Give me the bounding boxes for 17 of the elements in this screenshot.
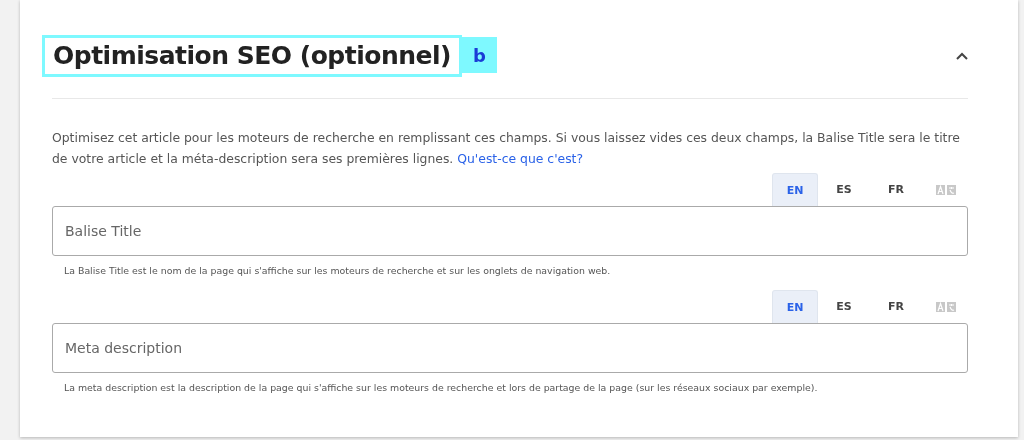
input-field[interactable]: Meta description xyxy=(52,323,968,373)
input-field[interactable]: Balise Title xyxy=(52,206,968,256)
language-tab[interactable]: EN xyxy=(772,290,818,323)
help-link[interactable]: Qu'est-ce que c'est? xyxy=(457,151,584,166)
chevron-icon[interactable] xyxy=(956,52,968,60)
language-tab[interactable]: FR xyxy=(870,173,922,206)
section-title: Optimisation SEO (optionnel) xyxy=(42,35,462,77)
annotation-label: b xyxy=(462,37,497,73)
translate-icon[interactable] xyxy=(936,184,956,195)
language-tab[interactable]: ES xyxy=(818,290,870,323)
intro-text: Optimisez cet article pour les moteurs de recherche en remplissant ces champs. Si vous laissez vides ces deux champs, la Balise Title sera le titre de votre article et la méta-description sera ses premières lignes. Qu'est-ce que c'est? xyxy=(52,129,961,168)
language-tab[interactable]: FR xyxy=(870,290,922,323)
language-tab[interactable]: ES xyxy=(818,173,870,206)
help-text: La Balise Title est le nom de la page qui s'affiche sur les moteurs de recherche et sur les onglets de navigation web. xyxy=(64,265,612,276)
help-text: La meta description est la description de la page qui s'affiche sur les moteurs de recherche et lors de partage de la page (sur les réseaux sociaux par exemple). xyxy=(64,382,819,393)
language-tab[interactable]: EN xyxy=(772,173,818,206)
translate-icon[interactable] xyxy=(936,301,956,312)
